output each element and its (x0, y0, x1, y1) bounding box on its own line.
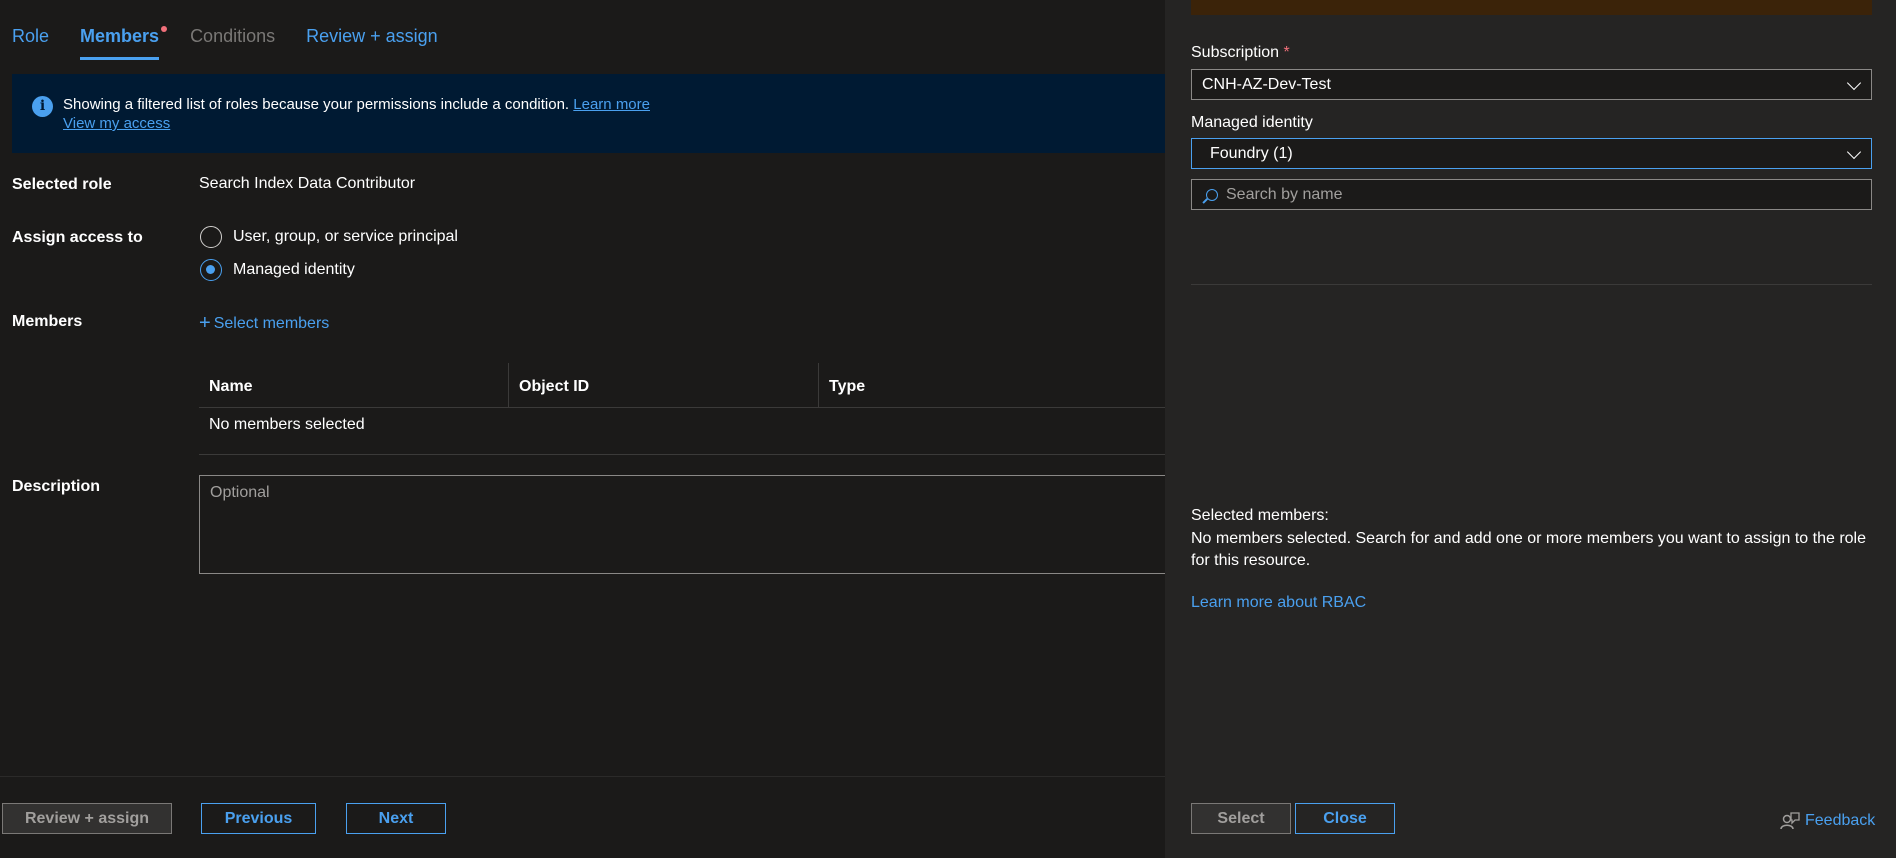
selected-members-title: Selected members: (1191, 507, 1329, 524)
learn-more-link[interactable]: Learn more (573, 96, 650, 113)
table-row-empty: No members selected (199, 408, 1165, 455)
close-button[interactable]: Close (1295, 803, 1395, 834)
tab-review-assign[interactable]: Review + assign (306, 26, 438, 60)
table-header: Name Object ID Type (199, 363, 1165, 408)
managed-identity-dropdown[interactable]: Foundry (1) (1191, 138, 1872, 169)
required-dot (161, 26, 168, 32)
column-header-name[interactable]: Name (199, 363, 509, 407)
search-input[interactable] (1226, 185, 1866, 204)
banner-message: Showing a filtered list of roles because… (63, 96, 650, 113)
radio-user-group-label: User, group, or service principal (233, 228, 458, 245)
radio-circle[interactable] (200, 226, 222, 248)
required-marker: * (1283, 44, 1290, 61)
tab-conditions: Conditions (190, 26, 276, 46)
subscription-label-text: Subscription (1191, 44, 1280, 61)
members-table: Name Object ID Type No members selected (199, 363, 1165, 455)
panel-top-bar (1191, 0, 1872, 15)
search-box[interactable] (1191, 179, 1872, 210)
column-header-object-id[interactable]: Object ID (509, 363, 819, 407)
view-my-access-link[interactable]: View my access (63, 115, 170, 132)
radio-managed-identity-label: Managed identity (233, 261, 355, 278)
next-button[interactable]: Next (346, 803, 446, 834)
feedback-label: Feedback (1805, 812, 1876, 829)
plus-icon: + (199, 312, 211, 334)
subscription-value: CNH-AZ-Dev-Test (1202, 76, 1331, 93)
radio-circle-checked[interactable] (200, 259, 222, 281)
select-button[interactable]: Select (1191, 803, 1291, 834)
panel-divider (1191, 284, 1872, 285)
managed-identity-label: Managed identity (1191, 114, 1313, 131)
subscription-dropdown[interactable]: CNH-AZ-Dev-Test (1191, 69, 1872, 100)
wizard-tabs: Role Members Conditions Review + assign (12, 26, 469, 60)
chevron-down-icon (1846, 144, 1862, 160)
selected-members-message: No members selected. Search for and add … (1191, 530, 1867, 569)
review-assign-button[interactable]: Review + assign (2, 803, 172, 834)
banner-text: Showing a filtered list of roles because… (63, 96, 570, 113)
tab-role[interactable]: Role (12, 26, 49, 60)
chevron-down-icon (1846, 75, 1862, 91)
info-icon: i (32, 96, 53, 117)
select-members-panel: Subscription * CNH-AZ-Dev-Test Managed i… (1165, 0, 1896, 858)
main-pane: Role Members Conditions Review + assign … (0, 0, 1165, 858)
managed-identity-value: Foundry (1) (1210, 145, 1293, 162)
learn-more-rbac-link[interactable]: Learn more about RBAC (1191, 594, 1366, 612)
tab-members-label: Members (80, 26, 160, 46)
select-members-label: Select members (213, 314, 330, 332)
description-label: Description (12, 478, 101, 495)
feedback-icon (1780, 812, 1800, 830)
previous-button[interactable]: Previous (201, 803, 316, 834)
search-icon (1206, 188, 1218, 201)
description-input[interactable] (199, 475, 1165, 574)
column-header-type[interactable]: Type (819, 363, 1129, 407)
radio-user-group[interactable]: User, group, or service principal (200, 226, 458, 248)
selected-role-label: Selected role (12, 176, 112, 193)
tab-members[interactable]: Members (80, 26, 168, 60)
footer-divider (0, 776, 1165, 777)
info-banner: i Showing a filtered list of roles becau… (12, 74, 1165, 153)
assign-access-label: Assign access to (12, 229, 143, 246)
selected-role-value: Search Index Data Contributor (199, 175, 416, 192)
select-members-link[interactable]: + Select members (199, 312, 329, 335)
members-label: Members (12, 313, 83, 330)
subscription-label: Subscription * (1191, 44, 1290, 62)
radio-managed-identity[interactable]: Managed identity (200, 259, 355, 281)
feedback-link[interactable]: Feedback (1779, 810, 1875, 832)
